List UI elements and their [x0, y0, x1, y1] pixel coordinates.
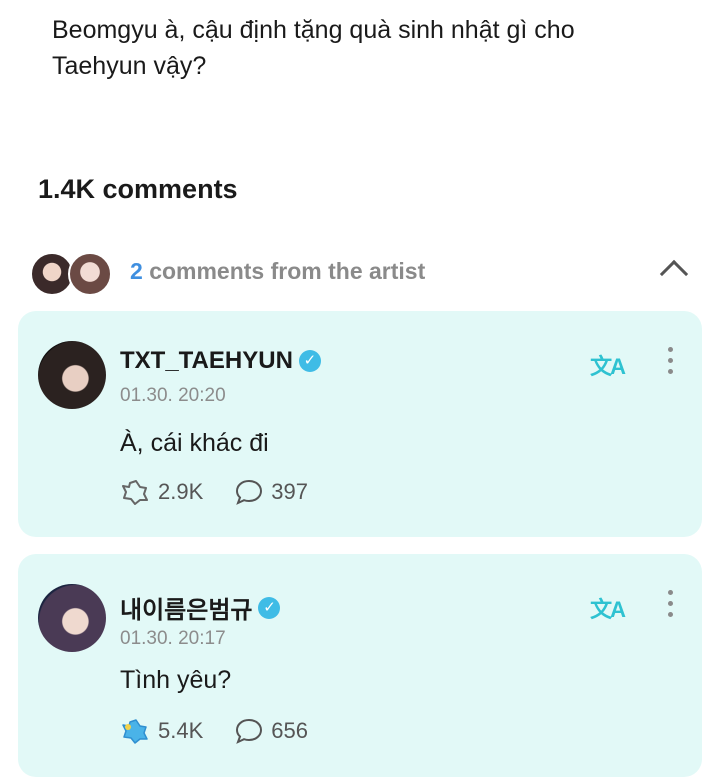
like-button[interactable]: 5.4K [120, 718, 203, 744]
comment-card: TXT_TAEHYUN ✓ 01.30. 20:20 À, cái khác đ… [18, 311, 702, 537]
reply-button[interactable]: 656 [235, 718, 308, 744]
question-text: Beomgyu à, cậu định tặng quà sinh nhật g… [52, 16, 575, 80]
artist-comments-text: comments from the artist [149, 258, 426, 284]
reply-count: 397 [271, 479, 308, 504]
like-icon [120, 479, 150, 505]
question-card: Beomgyu à, cậu định tặng quà sinh nhật g… [0, 0, 720, 108]
avatar[interactable] [38, 341, 106, 409]
avatar[interactable] [38, 584, 106, 652]
comments-count: 1.4K comments [38, 174, 238, 204]
verified-icon: ✓ [258, 596, 281, 619]
artist-comments-count: 2 [130, 258, 143, 284]
comment-timestamp: 01.30. 20:17 [120, 628, 226, 649]
artist-avatar-stack [30, 252, 116, 296]
comment-stats: 2.9K 397 [120, 479, 340, 505]
reply-bubble-icon [235, 718, 263, 744]
artist-comments-toggle[interactable]: 2 comments from the artist [30, 248, 690, 296]
avatar [68, 252, 112, 296]
username-text: 내이름은범규 [120, 597, 253, 624]
translate-icon[interactable]: 文A [590, 349, 626, 381]
comment-stats: 5.4K 656 [120, 718, 340, 744]
more-options-icon[interactable] [666, 590, 674, 622]
like-button[interactable]: 2.9K [120, 479, 203, 505]
like-count: 5.4K [158, 718, 204, 743]
verified-icon: ✓ [298, 350, 321, 372]
username-text: TXT_TAEHYUN [120, 347, 293, 374]
like-icon-filled [120, 718, 150, 744]
reply-bubble-icon [235, 479, 263, 505]
comments-area: 1.4K comments 2 comments from the artist… [0, 108, 720, 777]
translate-icon[interactable]: 文A [590, 592, 626, 624]
comment-timestamp: 01.30. 20:20 [120, 385, 226, 406]
comment-username[interactable]: TXT_TAEHYUN ✓ [120, 347, 321, 375]
comment-card: 내이름은범규 ✓ 01.30. 20:17 Tình yêu? 文A 5.4K [18, 554, 702, 777]
reply-count: 656 [271, 718, 308, 743]
more-options-icon[interactable] [666, 347, 674, 379]
comment-text: Tình yêu? [120, 666, 232, 694]
artist-comments-label: 2 comments from the artist [130, 258, 425, 285]
comment-text: À, cái khác đi [120, 429, 269, 457]
like-count: 2.9K [158, 479, 204, 504]
comment-username[interactable]: 내이름은범규 ✓ [120, 590, 281, 625]
reply-button[interactable]: 397 [235, 479, 308, 505]
chevron-up-icon[interactable] [659, 259, 689, 289]
